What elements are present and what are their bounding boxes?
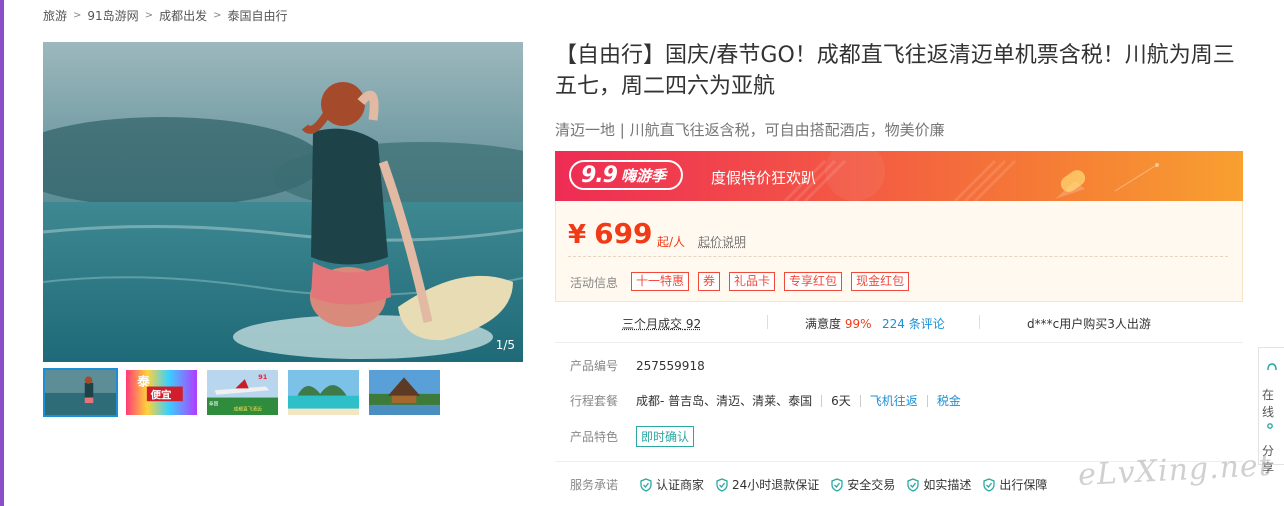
promise-item: 认证商家: [640, 476, 704, 493]
stats-separator: [767, 315, 768, 329]
promise-item: 安全交易: [831, 476, 895, 493]
share-icon[interactable]: [1266, 420, 1278, 432]
beach-thumb-image: [288, 370, 359, 415]
service-promise-row: 服务承诺 认证商家 24小时退款保证 安全交易 如实描述 出行保障: [570, 476, 1059, 493]
promise-text: 认证商家: [656, 478, 705, 492]
itinerary-flight[interactable]: 飞机往返: [870, 392, 918, 409]
left-accent-bar: [0, 0, 4, 506]
thumbnail-thai-promo[interactable]: 泰 便宜: [124, 368, 199, 417]
price-amount: 699: [594, 217, 653, 250]
product-id-row: 产品编号 257559918: [570, 357, 705, 374]
itinerary-row: 行程套餐 成都- 普吉岛、清迈、清莱、泰国 6天 飞机往返 税金: [570, 392, 961, 409]
price: ¥ 699: [568, 217, 653, 250]
temple-thumb-image: [369, 370, 440, 415]
promo-text: 度假特价狂欢趴: [711, 169, 817, 187]
shield-check-icon: [716, 477, 728, 492]
thumbnail-temple[interactable]: [367, 368, 442, 417]
stats-separator: [979, 315, 980, 329]
product-id-value: 257559918: [636, 358, 705, 373]
thumb-text-tai: 泰: [136, 374, 150, 389]
sales-label: 三个月成交: [622, 317, 683, 331]
breadcrumb-item-travel[interactable]: 旅游: [43, 7, 67, 24]
sales-value: 92: [685, 317, 702, 331]
surfer-photo: [43, 42, 523, 362]
activity-tag[interactable]: 券: [698, 272, 721, 291]
reviews-link[interactable]: 224 条评论: [882, 315, 945, 332]
breadcrumb-item-site[interactable]: 91岛游网: [87, 7, 138, 24]
airplane-thumb-image: 91 泰国 成都直飞清迈: [207, 370, 278, 415]
promo-badge: 9.9 嗨游季: [569, 160, 683, 190]
photo-counter: 1/5: [495, 338, 515, 352]
breadcrumb-separator: >: [144, 10, 154, 21]
online-service-button[interactable]: 在线: [1262, 386, 1284, 420]
activity-tag[interactable]: 礼品卡: [729, 272, 776, 291]
thumbnail-airplane[interactable]: 91 泰国 成都直飞清迈: [205, 368, 280, 417]
breadcrumb-item-current[interactable]: 泰国自由行: [227, 7, 287, 24]
price-box: ¥ 699 起/人 起价说明 活动信息 十一特惠 券 礼品卡 专享红包 现金红包: [555, 201, 1243, 302]
promise-text: 安全交易: [847, 478, 896, 492]
activity-tags: 十一特惠 券 礼品卡 专享红包 现金红包: [631, 272, 910, 291]
promo-badge-number: 9.9: [581, 162, 618, 188]
shield-check-icon: [907, 477, 919, 492]
satisfaction-label: 满意度: [805, 317, 842, 331]
separator: [821, 394, 823, 407]
shield-check-icon: [983, 477, 995, 492]
shield-check-icon: [831, 477, 843, 492]
price-explain-link[interactable]: 起价说明: [698, 233, 746, 250]
divider: [555, 342, 1243, 343]
product-id-label: 产品编号: [570, 359, 619, 373]
promo-banner[interactable]: 9.9 嗨游季 度假特价狂欢趴: [555, 151, 1243, 201]
breadcrumb: 旅游 > 91岛游网 > 成都出发 > 泰国自由行: [43, 7, 288, 24]
separator: [859, 394, 861, 407]
breadcrumb-item-departure[interactable]: 成都出发: [159, 7, 207, 24]
itinerary-tax[interactable]: 税金: [937, 392, 961, 409]
product-title: 【自由行】国庆/春节GO！成都直飞往返清迈单机票含税！川航为周三五七，周二四六为…: [555, 43, 1235, 99]
promise-item: 如实描述: [907, 476, 971, 493]
separator: [926, 394, 928, 407]
headset-icon[interactable]: [1266, 362, 1278, 374]
activity-tag[interactable]: 十一特惠: [631, 272, 690, 291]
promise-text: 如实描述: [923, 478, 972, 492]
feature-row: 产品特色 即时确认: [570, 426, 695, 447]
thumbnail-surfer[interactable]: [43, 368, 118, 417]
satisfaction-value: 99%: [844, 317, 872, 331]
breadcrumb-separator: >: [213, 10, 222, 21]
sales-count[interactable]: 三个月成交 92: [622, 315, 701, 332]
product-subtitle: 清迈一地 | 川航直飞往返含税，可自由搭配酒店，物美价廉: [555, 121, 945, 139]
watermark: eLvXing.net: [1077, 447, 1273, 494]
surfer-thumb-image: [45, 370, 116, 415]
activity-tag[interactable]: 现金红包: [851, 272, 910, 291]
thumbnail-strip: 泰 便宜 91 泰国 成都直飞清迈: [43, 368, 442, 417]
recent-purchase: d***c用户购买3人出游: [1027, 317, 1151, 331]
currency-symbol: ¥: [568, 220, 587, 250]
breadcrumb-separator: >: [73, 10, 82, 21]
itinerary-label: 行程套餐: [570, 394, 619, 408]
activity-label: 活动信息: [570, 276, 619, 290]
thai-promo-thumb-image: 泰 便宜: [126, 370, 197, 415]
satisfaction: 满意度 99%: [805, 315, 872, 332]
promise-item: 出行保障: [983, 476, 1047, 493]
itinerary-route: 成都- 普吉岛、清迈、清莱、泰国: [636, 394, 813, 408]
promise-item: 24小时退款保证: [716, 476, 819, 493]
thumbnail-beach[interactable]: [286, 368, 361, 417]
itinerary-days: 6天: [831, 394, 851, 408]
promise-text: 24小时退款保证: [732, 478, 820, 492]
service-promise-label: 服务承诺: [570, 478, 619, 492]
main-product-photo[interactable]: 1/5: [43, 42, 523, 362]
divider: [568, 256, 1228, 257]
instant-confirm-badge: 即时确认: [636, 426, 695, 447]
thumb-logo: 91: [258, 373, 268, 381]
promo-badge-label: 嗨游季: [620, 166, 666, 185]
thumb-text-cheap: 便宜: [151, 389, 172, 402]
shield-check-icon: [640, 477, 652, 492]
price-unit: 起/人: [657, 235, 686, 249]
feature-label: 产品特色: [570, 430, 619, 444]
stats-row: 三个月成交 92 满意度 99% 224 条评论 d***c用户购买3人出游: [555, 312, 1243, 334]
side-toolbar: 在线 分享: [1258, 347, 1284, 475]
activity-tag[interactable]: 专享红包: [784, 272, 843, 291]
promise-text: 出行保障: [999, 478, 1048, 492]
